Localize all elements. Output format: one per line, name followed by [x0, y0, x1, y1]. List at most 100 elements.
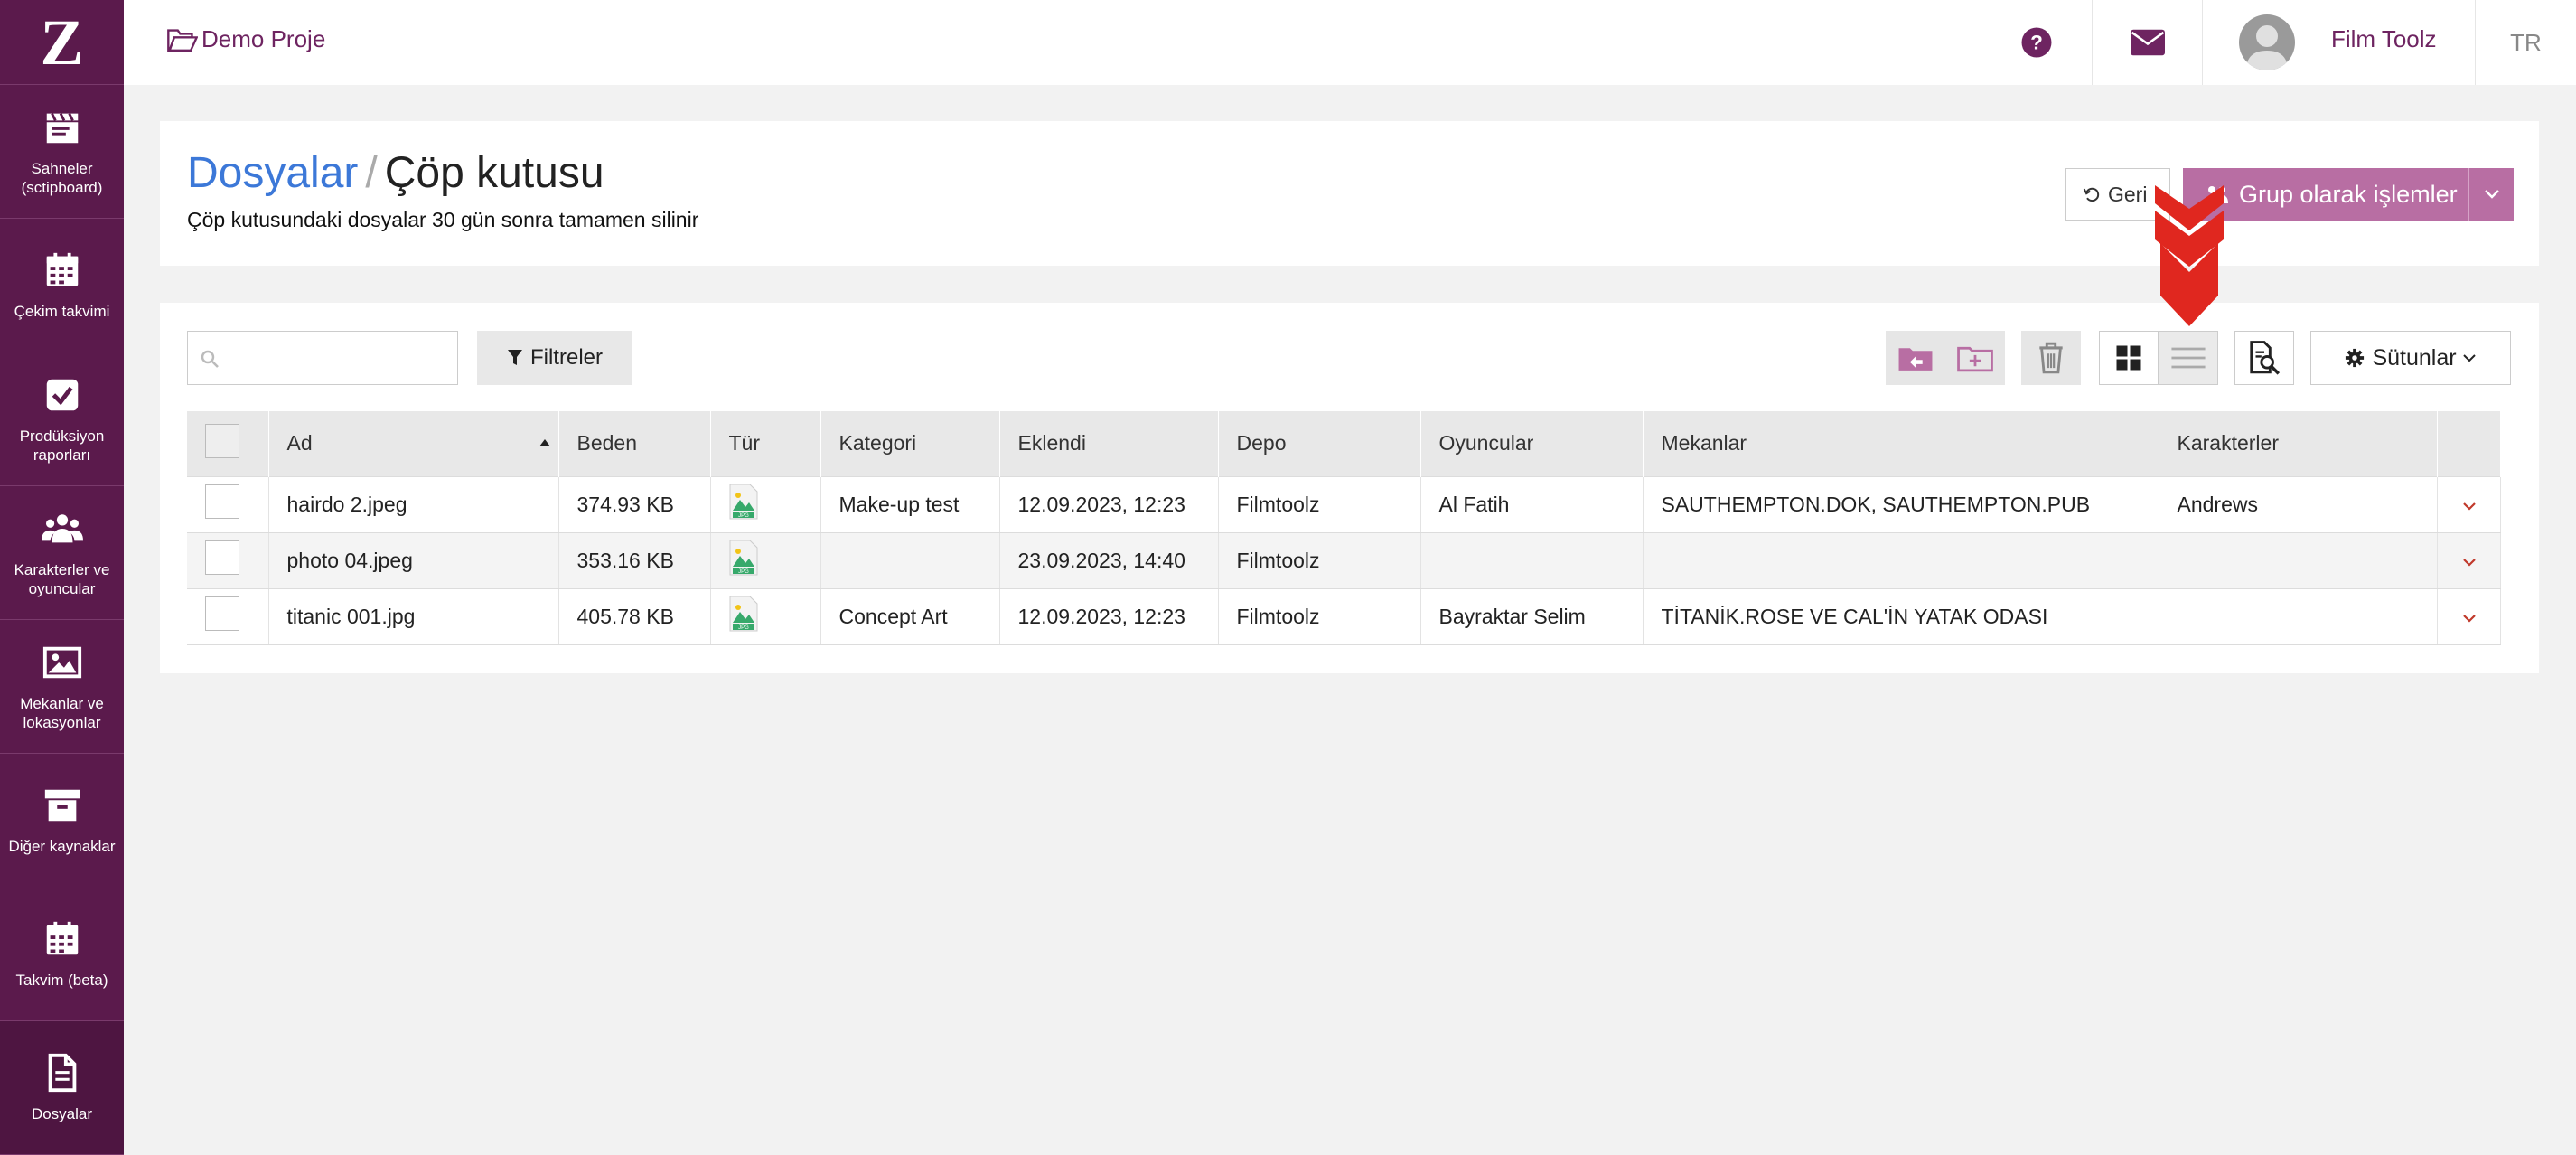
column-header-storage[interactable]: Depo: [1218, 411, 1421, 476]
file-actions-group: [1886, 331, 2005, 385]
language-selector[interactable]: TR: [2475, 0, 2576, 85]
breadcrumb-files[interactable]: Dosyalar: [187, 149, 358, 197]
chevron-down-icon: [2462, 558, 2476, 567]
column-header-actions: [2437, 411, 2501, 476]
top-bar: Demo Proje ? Film Toolz TR: [124, 0, 2576, 85]
column-header-locations[interactable]: Mekanlar: [1643, 411, 2159, 476]
list-view-icon: [2170, 347, 2206, 369]
column-label: Eklendi: [1017, 431, 1086, 455]
avatar: [2239, 14, 2295, 70]
table-row[interactable]: photo 04.jpeg 353.16 KB JPG 23.09.2023, …: [187, 531, 2501, 589]
column-header-characters[interactable]: Karakterler: [2159, 411, 2438, 476]
user-name: Film Toolz: [2331, 24, 2437, 52]
users-icon: [41, 513, 83, 542]
column-header-type[interactable]: Tür: [710, 411, 821, 476]
sidebar-item-label: Karakterler ve oyuncular: [14, 560, 110, 597]
sidebar-item-calendar-beta[interactable]: Takvim (beta): [0, 887, 124, 1021]
language-label: TR: [2510, 28, 2542, 56]
grid-view-button[interactable]: [2099, 331, 2159, 385]
restore-button[interactable]: [1886, 331, 1945, 385]
column-header-actors[interactable]: Oyuncular: [1420, 411, 1644, 476]
sidebar-item-scenes[interactable]: Sahneler (sctipboard): [0, 85, 124, 219]
search-input[interactable]: [187, 331, 458, 385]
sidebar-item-files[interactable]: Dosyalar: [0, 1021, 124, 1155]
group-actions-dropdown[interactable]: [2468, 168, 2514, 221]
annotation-arrow-icon: [2155, 185, 2224, 326]
archive-icon: [44, 789, 80, 822]
sidebar-item-label: Takvim (beta): [15, 972, 108, 989]
file-actors: [1420, 531, 1644, 589]
file-added: 12.09.2023, 12:23: [999, 475, 1219, 533]
sidebar-item-label: Prodüksiyon raporları: [19, 427, 105, 464]
column-label: Oyuncular: [1438, 431, 1534, 455]
messages-button[interactable]: [2092, 0, 2202, 85]
sidebar-item-label: Mekanlar ve lokasyonlar: [20, 694, 104, 731]
file-name[interactable]: hairdo 2.jpeg: [268, 475, 559, 533]
file-characters: Andrews: [2159, 475, 2438, 533]
clapperboard-icon: [46, 112, 78, 143]
filter-icon: [507, 350, 522, 365]
sidebar-item-other-resources[interactable]: Diğer kaynaklar: [0, 754, 124, 887]
file-name[interactable]: photo 04.jpeg: [268, 531, 559, 589]
sidebar-item-characters[interactable]: Karakterler ve oyuncular: [0, 486, 124, 620]
sidebar-item-production-reports[interactable]: Prodüksiyon raporları: [0, 352, 124, 486]
column-label: Beden: [576, 431, 638, 455]
table-row[interactable]: titanic 001.jpg 405.78 KB JPG Concept Ar…: [187, 587, 2501, 645]
file-category: Concept Art: [820, 587, 1000, 645]
chevron-down-icon: [2462, 354, 2476, 362]
file-characters: [2159, 587, 2438, 645]
breadcrumb-separator: /: [365, 149, 378, 197]
file-icon: [48, 1053, 76, 1093]
help-button[interactable]: ?: [1981, 0, 2092, 85]
column-label: Karakterler: [2177, 431, 2279, 455]
filters-button[interactable]: Filtreler: [477, 331, 632, 385]
calendar-icon: [46, 252, 78, 286]
sidebar: Z Sahneler (sctipboard) Çekim takvimi Pr…: [0, 0, 124, 1155]
columns-button[interactable]: Sütunlar: [2310, 331, 2511, 385]
column-label: Ad: [286, 431, 313, 455]
back-button-label: Geri: [2108, 182, 2148, 206]
row-actions[interactable]: [2437, 475, 2501, 533]
sidebar-item-locations[interactable]: Mekanlar ve lokasyonlar: [0, 620, 124, 754]
folder-open-icon: [167, 28, 198, 52]
column-label: Mekanlar: [1661, 431, 1747, 455]
search-icon: [201, 350, 219, 368]
app-logo[interactable]: Z: [0, 0, 124, 85]
undo-icon: [2083, 187, 2100, 202]
row-checkbox[interactable]: [205, 484, 239, 519]
group-actions-button[interactable]: Grup olarak işlemler: [2183, 168, 2468, 221]
file-category: Make-up test: [820, 475, 1000, 533]
select-all-checkbox[interactable]: [205, 423, 239, 458]
move-to-folder-button[interactable]: [1945, 331, 2005, 385]
column-header-added[interactable]: Eklendi: [999, 411, 1219, 476]
column-header-size[interactable]: Beden: [558, 411, 711, 476]
sidebar-item-shooting-schedule[interactable]: Çekim takvimi: [0, 219, 124, 352]
jpg-file-icon: JPG: [729, 484, 757, 520]
group-actions-label: Grup olarak işlemler: [2239, 180, 2458, 208]
column-header-name[interactable]: Ad: [268, 411, 559, 476]
row-checkbox[interactable]: [205, 540, 239, 575]
column-label: Kategori: [838, 431, 917, 455]
folder-plus-icon: [1957, 346, 1993, 372]
delete-button[interactable]: [2021, 331, 2081, 385]
page-subtitle: Çöp kutusundaki dosyalar 30 gün sonra ta…: [187, 208, 699, 231]
preview-button[interactable]: [2234, 331, 2294, 385]
file-name[interactable]: titanic 001.jpg: [268, 587, 559, 645]
list-view-button[interactable]: [2159, 331, 2218, 385]
file-type: JPG: [710, 475, 821, 533]
user-menu[interactable]: Film Toolz: [2202, 0, 2475, 85]
row-actions[interactable]: [2437, 587, 2501, 645]
project-selector[interactable]: Demo Proje: [167, 25, 325, 53]
trash-icon: [2039, 342, 2063, 374]
file-locations: [1643, 531, 2159, 589]
file-size: 374.93 KB: [558, 475, 711, 533]
row-select-cell: [187, 587, 269, 645]
table-row[interactable]: hairdo 2.jpeg 374.93 KB JPG Make-up test…: [187, 475, 2501, 533]
filters-label: Filtreler: [529, 345, 603, 370]
column-header-category[interactable]: Kategori: [820, 411, 1000, 476]
page-title-text: Çöp kutusu: [384, 149, 604, 197]
row-checkbox[interactable]: [205, 596, 239, 631]
file-locations: SAUTHEMPTON.DOK, SAUTHEMPTON.PUB: [1643, 475, 2159, 533]
row-actions[interactable]: [2437, 531, 2501, 589]
grid-view-icon: [2116, 345, 2141, 371]
